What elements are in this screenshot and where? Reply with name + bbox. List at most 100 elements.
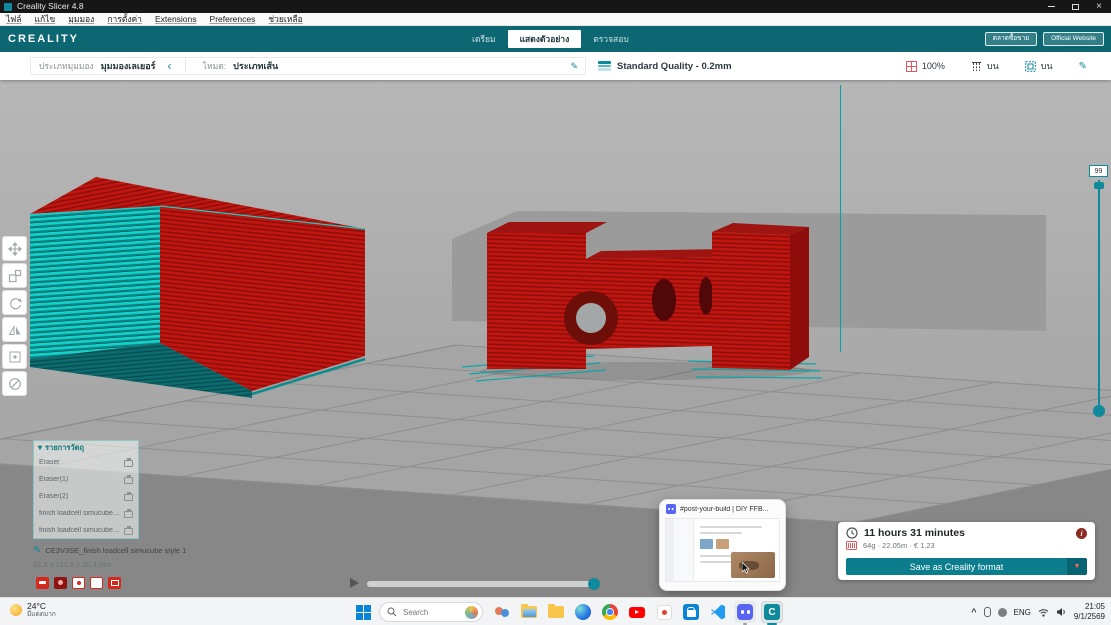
layer-slider-bottom-handle[interactable] [1093, 405, 1105, 417]
play-button[interactable] [350, 578, 359, 588]
object-flag-icon[interactable] [54, 577, 67, 589]
close-button[interactable]: × [1087, 0, 1111, 13]
minimize-button[interactable] [1039, 0, 1063, 13]
taskbar-file-explorer[interactable] [518, 601, 540, 623]
menu-view[interactable]: มุมมอง [68, 12, 94, 26]
view-type-selector[interactable]: ประเภทมุมมอง มุมมองเลเยอร์ ‹ โหมด: ประเภ… [30, 57, 586, 75]
menu-extensions[interactable]: Extensions [155, 14, 197, 24]
menubar: ไฟล์ แก้ไข มุมมอง การตั้งค่า Extensions … [0, 13, 1111, 26]
menu-preferences[interactable]: Preferences [210, 14, 256, 24]
viewport-3d[interactable] [0, 80, 1111, 597]
list-item[interactable]: Eraser(1) [34, 471, 138, 488]
info-icon[interactable]: i [1076, 528, 1087, 539]
menu-edit[interactable]: แก้ไข [35, 12, 56, 26]
collapse-caret-icon[interactable]: ▾ [38, 444, 42, 452]
move-tool-button[interactable] [2, 236, 27, 261]
list-item[interactable]: finish loadcell simucube styl... [34, 505, 138, 522]
list-item[interactable]: Eraser [34, 454, 138, 471]
layer-number-input[interactable]: 99 [1089, 165, 1108, 177]
settings-bar: ประเภทมุมมอง มุมมองเลเยอร์ ‹ โหมด: ประเภ… [0, 52, 1111, 80]
language-indicator[interactable]: ENG [1014, 608, 1031, 617]
printer-toggle-icon[interactable] [124, 494, 133, 501]
taskbar-app[interactable] [653, 601, 675, 623]
preview-thumbnail[interactable] [665, 518, 780, 582]
taskbar-chrome[interactable] [599, 601, 621, 623]
menu-file[interactable]: ไฟล์ [6, 12, 22, 26]
taskbar-edge[interactable] [572, 601, 594, 623]
tab-monitor[interactable]: ตรวจสอบ [581, 30, 641, 48]
search-highlight-icon[interactable] [465, 606, 478, 619]
color-scheme-value: ประเภทเส้น [233, 59, 278, 73]
tab-prepare[interactable]: เตรียม [460, 30, 508, 48]
object-flag-icon[interactable] [108, 577, 121, 589]
material-estimate: 64g · 22.05m · € 1.23 [863, 541, 935, 550]
volume-icon[interactable] [1056, 607, 1067, 617]
chrome-icon [602, 604, 618, 620]
list-item[interactable]: finish loadcell simucube styl... [34, 522, 138, 539]
list-item[interactable]: Eraser(2) [34, 488, 138, 505]
per-model-icon [8, 350, 22, 364]
search-box[interactable] [379, 602, 483, 622]
tool-column [2, 236, 27, 396]
simulation-timeline[interactable] [367, 581, 600, 587]
creality-icon: C [764, 604, 780, 620]
chevron-left-icon[interactable]: ‹ [167, 59, 171, 73]
weather-temp: 24°C [27, 601, 56, 611]
taskbar-people-icon[interactable] [491, 601, 513, 623]
printer-toggle-icon[interactable] [124, 477, 133, 484]
scene-canvas[interactable] [0, 80, 1111, 597]
mouse-tray-icon[interactable] [984, 607, 991, 617]
adhesion-setting[interactable]: บน [1025, 59, 1053, 73]
scale-tool-button[interactable] [2, 263, 27, 288]
object-flag-icon[interactable] [72, 577, 85, 589]
object-list-header[interactable]: ▾ รายการวัตถุ [34, 441, 138, 454]
taskbar-store[interactable] [680, 601, 702, 623]
tray-app-icon[interactable] [998, 608, 1007, 617]
layer-slider-top-handle[interactable] [1094, 182, 1104, 189]
rotate-icon [8, 296, 22, 310]
mirror-tool-button[interactable] [2, 317, 27, 342]
rotate-tool-button[interactable] [2, 290, 27, 315]
preview-photo [731, 552, 775, 578]
printer-toggle-icon[interactable] [124, 511, 133, 518]
printer-toggle-icon[interactable] [124, 460, 133, 467]
maximize-button[interactable] [1063, 0, 1087, 13]
start-button[interactable] [356, 605, 371, 620]
taskbar-discord[interactable] [734, 601, 756, 623]
search-input[interactable] [401, 607, 453, 618]
model-left[interactable] [30, 177, 365, 398]
rename-pencil-icon[interactable]: ✎ [33, 545, 41, 556]
people-icon [494, 604, 510, 620]
per-model-settings-button[interactable] [2, 344, 27, 369]
taskbar-folder[interactable] [545, 601, 567, 623]
official-website-button[interactable]: Official Website [1043, 32, 1104, 46]
edit-print-settings-pencil-icon[interactable]: ✎ [1079, 61, 1087, 72]
tray-overflow-chevron[interactable]: ^ [971, 607, 976, 617]
taskbar-clock[interactable]: 21:05 9/1/2569 [1074, 602, 1105, 622]
menu-help[interactable]: ช่วยเหลือ [268, 12, 302, 26]
layers-icon [598, 61, 611, 71]
tab-preview[interactable]: แสดงตัวอย่าง [508, 30, 582, 48]
wifi-icon[interactable] [1038, 608, 1049, 617]
print-profile-selector[interactable]: Standard Quality - 0.2mm [598, 57, 732, 75]
save-dropdown-caret-icon[interactable]: ▼ [1067, 558, 1087, 575]
object-flag-icon[interactable] [90, 577, 103, 589]
layer-slider-track[interactable] [1098, 180, 1100, 412]
taskbar-creality-slicer[interactable]: C [761, 601, 783, 623]
move-icon [8, 242, 22, 256]
printer-toggle-icon[interactable] [124, 528, 133, 535]
taskbar-preview-popup[interactable]: #post-your-build | DIY FFB... [659, 499, 786, 591]
taskbar-vscode[interactable] [707, 601, 729, 623]
marketplace-button[interactable]: ตลาดซื้อขาย [985, 32, 1037, 46]
timeline-handle[interactable] [588, 578, 600, 590]
infill-setting[interactable]: 100% [906, 61, 945, 72]
support-setting[interactable]: บน [971, 59, 999, 73]
support-blocker-button[interactable] [2, 371, 27, 396]
edit-scheme-pencil-icon[interactable]: ✎ [570, 61, 578, 72]
clock-icon [846, 527, 858, 539]
menu-settings[interactable]: การตั้งค่า [107, 12, 142, 26]
object-flag-icon[interactable] [36, 577, 49, 589]
weather-widget[interactable]: 24°C มีแดดมาก [10, 601, 56, 619]
taskbar-youtube[interactable] [626, 601, 648, 623]
save-button[interactable]: Save as Creality format ▼ [846, 558, 1087, 575]
